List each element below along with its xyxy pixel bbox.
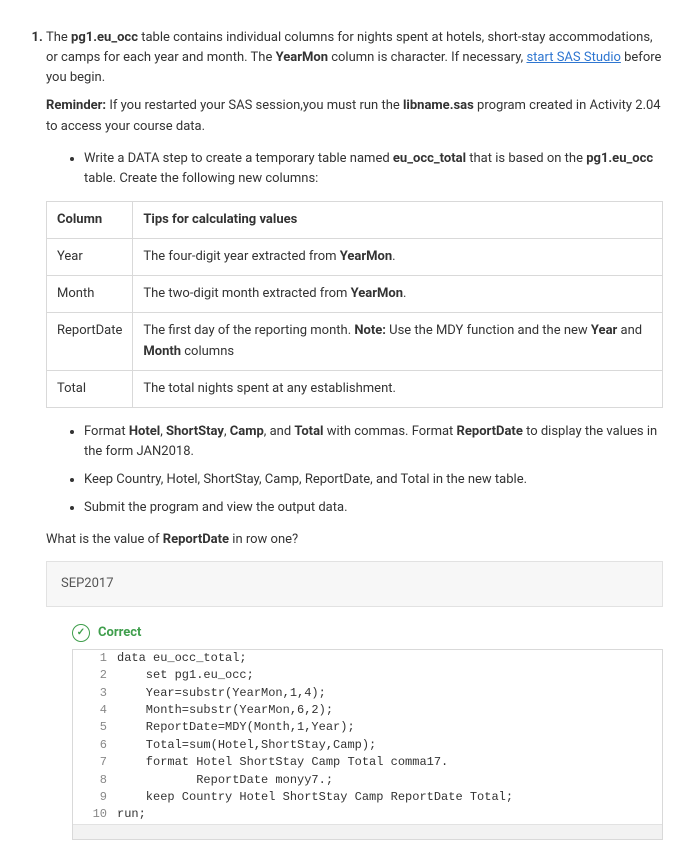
reminder-label: Reminder: xyxy=(46,98,106,113)
col-header: Tips for calculating values xyxy=(133,201,663,238)
code-line: Total=sum(Hotel,ShortStay,Camp); xyxy=(117,737,662,754)
col-tip: The total nights spent at any establishm… xyxy=(133,370,663,407)
code-line: data eu_occ_total; xyxy=(117,650,662,667)
col-name: Total xyxy=(47,370,133,407)
question-item: The pg1.eu_occ table contains individual… xyxy=(46,28,663,840)
code-row: 6 Total=sum(Hotel,ShortStay,Camp); xyxy=(73,737,662,754)
code-row: 1data eu_occ_total; xyxy=(73,650,662,667)
line-number: 8 xyxy=(73,772,117,789)
text: that is based on the xyxy=(466,151,586,166)
line-number: 5 xyxy=(73,719,117,736)
col-name: Month xyxy=(47,276,133,313)
code-line: ReportDate monyy7.; xyxy=(117,772,662,789)
start-sas-link[interactable]: start SAS Studio xyxy=(526,50,620,65)
question-text: What is the value of ReportDate in row o… xyxy=(46,530,663,550)
text: table. Create the following new columns: xyxy=(84,171,318,186)
table-name: eu_occ_total xyxy=(393,151,466,166)
text: column is character. If necessary, xyxy=(328,50,526,65)
text: The xyxy=(46,30,71,45)
intro-p1: The pg1.eu_occ table contains individual… xyxy=(46,28,663,88)
line-number: 10 xyxy=(73,806,117,823)
code-row: 8 ReportDate monyy7.; xyxy=(73,772,662,789)
instruction-bullet: Format Hotel, ShortStay, Camp, and Total… xyxy=(84,422,663,462)
code-row: 7 format Hotel ShortStay Camp Total comm… xyxy=(73,754,662,771)
code-line: Year=substr(YearMon,1,4); xyxy=(117,685,662,702)
column-name: YearMon xyxy=(276,50,328,65)
code-block: 1data eu_occ_total;2 set pg1.eu_occ;3 Ye… xyxy=(72,649,663,840)
table-name: pg1.eu_occ xyxy=(586,151,653,166)
code-line: keep Country Hotel ShortStay Camp Report… xyxy=(117,789,662,806)
correct-indicator: ✓ Correct xyxy=(72,623,663,643)
code-line: ReportDate=MDY(Month,1,Year); xyxy=(117,719,662,736)
text: Write a DATA step to create a temporary … xyxy=(84,151,393,166)
check-icon: ✓ xyxy=(72,624,90,642)
col-tip: The two-digit month extracted from YearM… xyxy=(133,276,663,313)
col-tip: The first day of the reporting month. No… xyxy=(133,313,663,370)
line-number: 3 xyxy=(73,685,117,702)
instruction-bullet: Submit the program and view the output d… xyxy=(84,498,663,518)
code-row: 9 keep Country Hotel ShortStay Camp Repo… xyxy=(73,789,662,806)
columns-table: Column Tips for calculating values Year … xyxy=(46,201,663,408)
code-row: 3 Year=substr(YearMon,1,4); xyxy=(73,685,662,702)
code-row: 10run; xyxy=(73,806,662,823)
reminder-p: Reminder: If you restarted your SAS sess… xyxy=(46,96,663,136)
code-row: 4 Month=substr(YearMon,6,2); xyxy=(73,702,662,719)
line-number: 4 xyxy=(73,702,117,719)
table-name: pg1.eu_occ xyxy=(71,30,138,45)
line-number: 1 xyxy=(73,650,117,667)
line-number: 9 xyxy=(73,789,117,806)
line-number: 7 xyxy=(73,754,117,771)
program-name: libname.sas xyxy=(403,98,474,113)
code-line: run; xyxy=(117,806,662,823)
code-line: Month=substr(YearMon,6,2); xyxy=(117,702,662,719)
line-number: 6 xyxy=(73,737,117,754)
text: If you restarted your SAS session,you mu… xyxy=(106,98,403,113)
instruction-bullet: Write a DATA step to create a temporary … xyxy=(84,149,663,189)
code-scrollbar-track xyxy=(73,824,662,839)
code-row: 5 ReportDate=MDY(Month,1,Year); xyxy=(73,719,662,736)
col-header: Column xyxy=(47,201,133,238)
correct-label: Correct xyxy=(98,623,141,643)
code-row: 2 set pg1.eu_occ; xyxy=(73,667,662,684)
instruction-bullet: Keep Country, Hotel, ShortStay, Camp, Re… xyxy=(84,470,663,490)
code-line: set pg1.eu_occ; xyxy=(117,667,662,684)
col-tip: The four-digit year extracted from YearM… xyxy=(133,239,663,276)
answer-input[interactable]: SEP2017 xyxy=(46,561,663,607)
col-name: ReportDate xyxy=(47,313,133,370)
line-number: 2 xyxy=(73,667,117,684)
code-line: format Hotel ShortStay Camp Total comma1… xyxy=(117,754,662,771)
col-name: Year xyxy=(47,239,133,276)
